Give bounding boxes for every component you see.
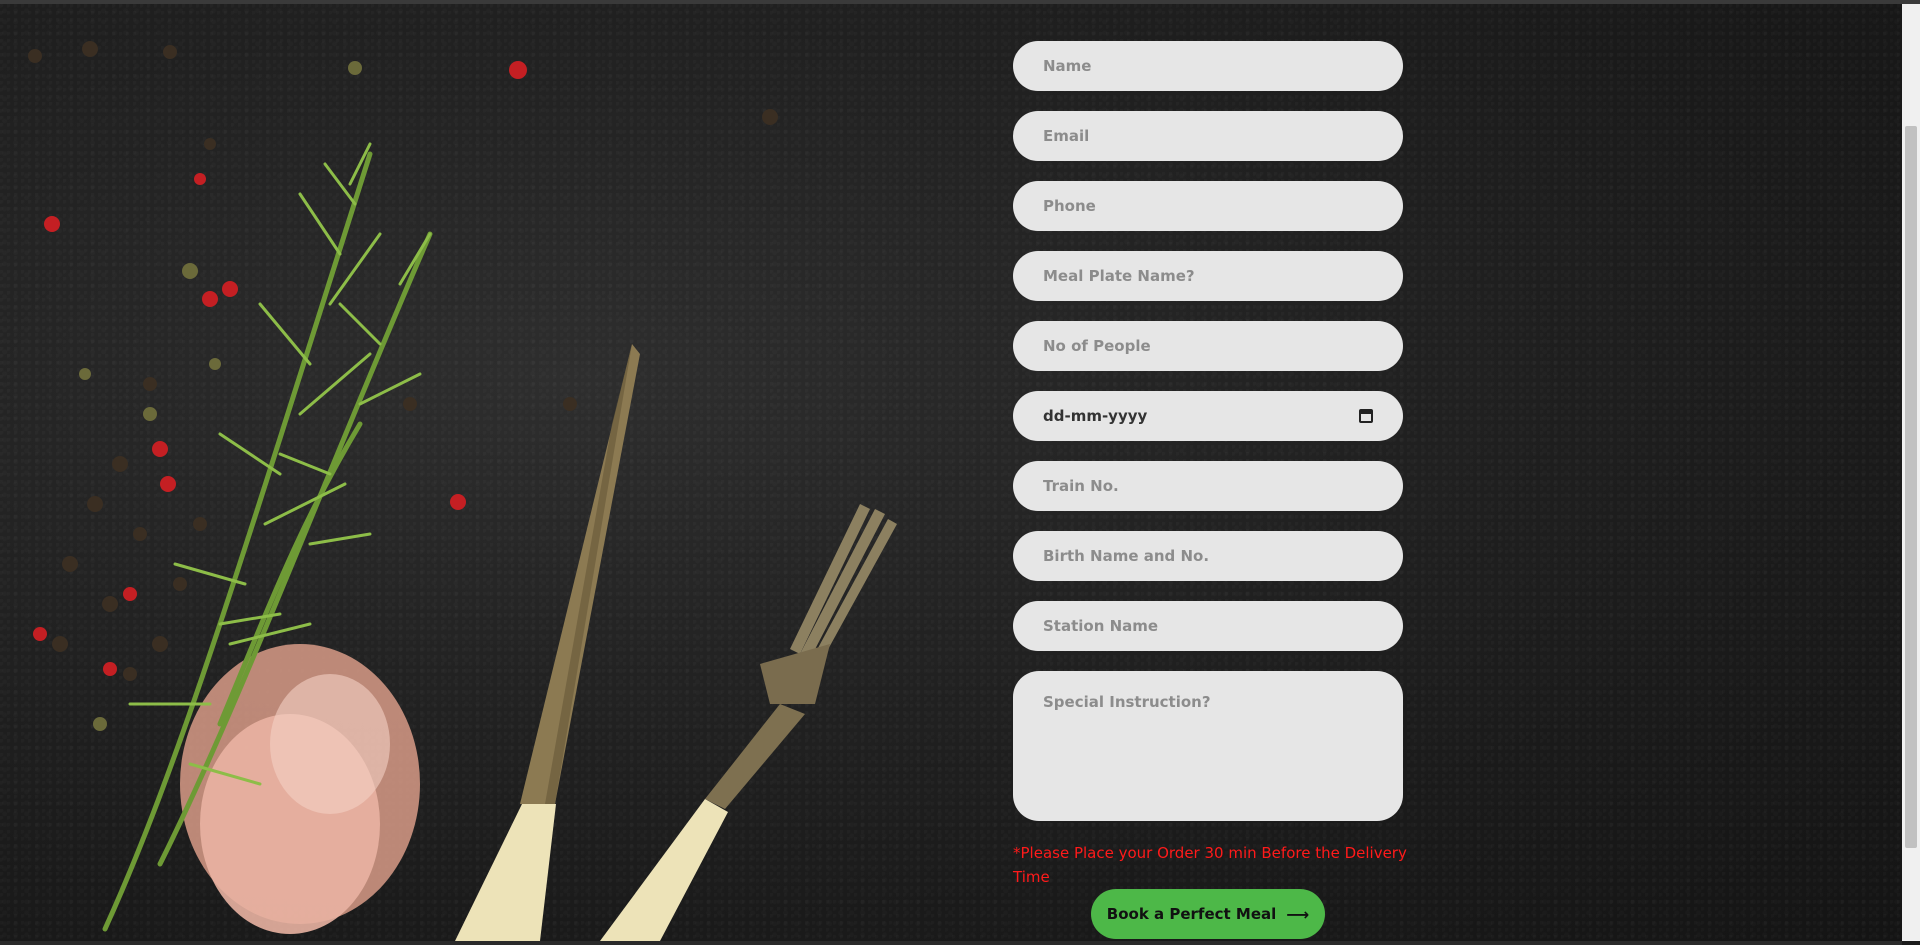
special-instruction-textarea[interactable]: Special Instruction?: [1013, 671, 1403, 821]
name-input[interactable]: Name: [1013, 41, 1403, 91]
name-placeholder: Name: [1043, 57, 1092, 75]
background-image-food: [0, 4, 1902, 941]
birth-name-placeholder: Birth Name and No.: [1043, 547, 1210, 565]
calendar-icon[interactable]: [1359, 409, 1373, 423]
station-name-placeholder: Station Name: [1043, 617, 1159, 635]
phone-input[interactable]: Phone: [1013, 181, 1403, 231]
browser-bottom-edge: [0, 941, 1902, 945]
food-illustration: [28, 41, 897, 941]
station-name-input[interactable]: Station Name: [1013, 601, 1403, 651]
email-placeholder: Email: [1043, 127, 1090, 145]
special-instruction-placeholder: Special Instruction?: [1043, 693, 1211, 711]
meal-booking-form: Name Email Phone Meal Plate Name? No of …: [1013, 41, 1407, 889]
train-number-placeholder: Train No.: [1043, 477, 1119, 495]
arrow-right-icon: ⟶: [1286, 904, 1310, 924]
phone-placeholder: Phone: [1043, 197, 1096, 215]
book-meal-button[interactable]: Book a Perfect Meal ⟶: [1091, 889, 1325, 939]
date-input[interactable]: dd-mm-yyyy: [1013, 391, 1403, 441]
date-value: dd-mm-yyyy: [1043, 407, 1148, 425]
meal-plate-placeholder: Meal Plate Name?: [1043, 267, 1195, 285]
scrollbar-thumb[interactable]: [1905, 126, 1917, 848]
train-number-input[interactable]: Train No.: [1013, 461, 1403, 511]
birth-name-input[interactable]: Birth Name and No.: [1013, 531, 1403, 581]
email-input[interactable]: Email: [1013, 111, 1403, 161]
people-count-placeholder: No of People: [1043, 337, 1151, 355]
order-timing-note: *Please Place your Order 30 min Before t…: [1013, 844, 1407, 886]
book-meal-label: Book a Perfect Meal: [1106, 905, 1277, 923]
people-count-input[interactable]: No of People: [1013, 321, 1403, 371]
meal-plate-input[interactable]: Meal Plate Name?: [1013, 251, 1403, 301]
